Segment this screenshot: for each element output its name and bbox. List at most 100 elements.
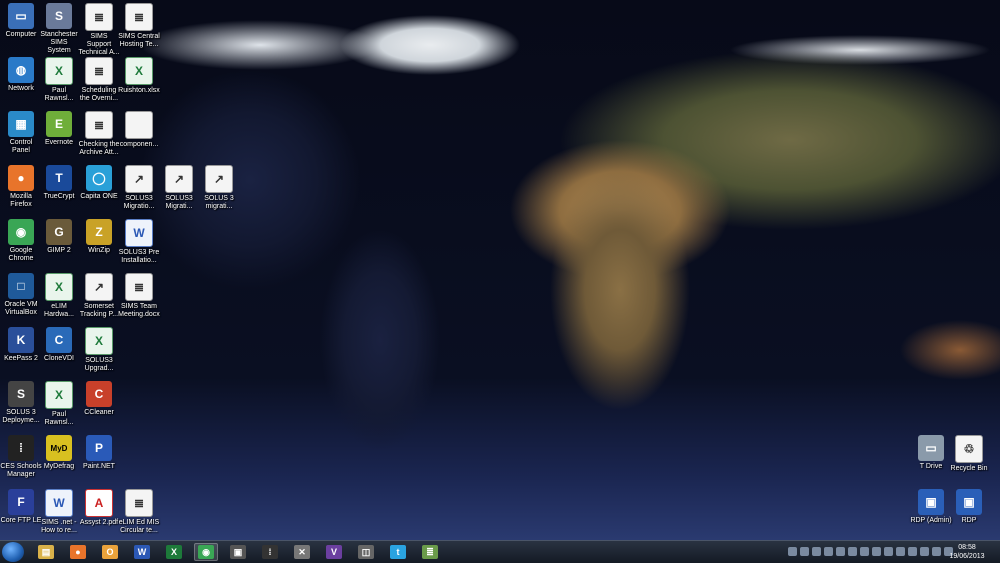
desktop-icon[interactable]: ● Mozilla Firefox: [0, 165, 42, 209]
document-icon[interactable]: ≣: [418, 543, 442, 561]
excel-icon[interactable]: X: [162, 543, 186, 561]
tray-app-icon[interactable]: [812, 547, 821, 556]
firefox-icon[interactable]: ●: [66, 543, 90, 561]
media-icon[interactable]: ▣: [226, 543, 250, 561]
desktop-icon[interactable]: ▭ Computer: [0, 3, 42, 39]
desktop-icon[interactable]: ◍ Network: [0, 57, 42, 93]
desktop-icon[interactable]: □ Oracle VM VirtualBox: [0, 273, 42, 317]
desktop-icon-label: Evernote: [44, 139, 74, 146]
desktop-icon[interactable]: F Core FTP LE: [0, 489, 42, 525]
tray-network-icon[interactable]: [872, 547, 881, 556]
desktop-icon[interactable]: ↗ Somerset Tracking P...: [78, 273, 120, 319]
desktop-icon[interactable]: X Ruishton.xlsx: [118, 57, 160, 95]
shortcut-icon: ↗: [205, 165, 233, 193]
explorer-icon[interactable]: ▤: [34, 543, 58, 561]
taskbar: ▤ ● O W X ◉ ▣ ⁞ ✕ V ◫ t ≣ 08:58 19/06/2013: [0, 540, 1000, 563]
tray-app-icon[interactable]: [836, 547, 845, 556]
desktop-icon-label: Control Panel: [9, 139, 33, 154]
excel-icon: X: [125, 57, 153, 85]
desktop-icon[interactable]: ▭ T Drive: [910, 435, 952, 471]
desktop-icon[interactable]: ◉ Google Chrome: [0, 219, 42, 263]
desktop-icon-label: Ruishton.xlsx: [118, 87, 160, 94]
desktop-icon[interactable]: K KeePass 2: [0, 327, 42, 363]
tray-volume-icon[interactable]: [884, 547, 893, 556]
network-icon: ◍: [8, 57, 34, 83]
desktop-icon[interactable]: T TrueCrypt: [38, 165, 80, 201]
desktop-icon[interactable]: ▣ RDP (Admin): [910, 489, 952, 525]
desktop-icon[interactable]: ↗ SOLUS 3 migrati...: [198, 165, 240, 211]
traffic-light-icon[interactable]: ⁞: [258, 543, 282, 561]
desktop-icon[interactable]: ≣ SIMS Support Technical A...: [78, 3, 120, 57]
taskbar-glyph: ▣: [230, 545, 246, 559]
desktop-icon[interactable]: E Evernote: [38, 111, 80, 147]
desktop-icon[interactable]: S Stanchester SIMS System: [38, 3, 80, 55]
rdp-icon: ▣: [956, 489, 982, 515]
tray-app-icon[interactable]: [800, 547, 809, 556]
document-icon: ≣: [85, 57, 113, 85]
desktop-icon[interactable]: ▦ Control Panel: [0, 111, 42, 155]
desktop-icon[interactable]: ♲ Recycle Bin: [948, 435, 990, 473]
desktop-icon[interactable]: A Assyst 2.pdf: [78, 489, 120, 527]
desktop-icon[interactable]: Z WinZip: [78, 219, 120, 255]
desktop-icon-label: RDP (Admin): [910, 517, 952, 524]
desktop-icon[interactable]: X SOLUS3 Upgrad...: [78, 327, 120, 373]
desktop-icon[interactable]: componen...: [118, 111, 160, 149]
document-icon: ≣: [85, 111, 113, 139]
desktop-icon[interactable]: G GIMP 2: [38, 219, 80, 255]
desktop-icon[interactable]: ◯ Capita ONE: [78, 165, 120, 201]
desktop-icon[interactable]: X Paul Rawnsl...: [38, 57, 80, 103]
tray-app-icon[interactable]: [896, 547, 905, 556]
ccleaner-icon: C: [86, 381, 112, 407]
evernote-icon: E: [46, 111, 72, 137]
sims-icon: S: [46, 3, 72, 29]
desktop-icon[interactable]: MyD MyDefrag: [38, 435, 80, 471]
tools-icon[interactable]: ✕: [290, 543, 314, 561]
tray-app-icon[interactable]: [908, 547, 917, 556]
document-icon: ≣: [125, 3, 153, 31]
system-tray[interactable]: [788, 545, 953, 559]
desktop-icon[interactable]: ▣ RDP: [948, 489, 990, 525]
desktop-icon[interactable]: C CCleaner: [78, 381, 120, 417]
taskbar-glyph: ◉: [198, 545, 214, 559]
desktop-icon[interactable]: ↗ SOLUS3 Migratio...: [118, 165, 160, 211]
twitter-icon[interactable]: t: [386, 543, 410, 561]
taskbar-clock[interactable]: 08:58 19/06/2013: [940, 543, 994, 561]
taskbar-glyph: ▤: [38, 545, 54, 559]
drive-icon: ▭: [918, 435, 944, 461]
desktop-icon[interactable]: P Paint.NET: [78, 435, 120, 471]
visual-studio-icon[interactable]: V: [322, 543, 346, 561]
desktop-icon[interactable]: C CloneVDI: [38, 327, 80, 363]
desktop-icon-label: Core FTP LE: [0, 517, 42, 524]
outlook-icon[interactable]: O: [98, 543, 122, 561]
desktop-icon[interactable]: ↗ SOLUS3 Migrati...: [158, 165, 200, 211]
desktop-icon-label: Somerset Tracking P...: [79, 303, 119, 318]
clock-date: 19/06/2013: [949, 553, 985, 560]
desktop-icon[interactable]: ≣ Checking the Archive Att...: [78, 111, 120, 157]
desktop-icon[interactable]: ≣ Scheduling the Overni...: [78, 57, 120, 103]
traffic-light-icon: ⁞: [8, 435, 34, 461]
desktop-icon[interactable]: S SOLUS 3 Deployme...: [0, 381, 42, 425]
desktop-icon[interactable]: XeLIM Hardwa...: [38, 273, 80, 319]
desktop-icon[interactable]: W SOLUS3 Pre Installatio...: [118, 219, 160, 265]
tray-app-icon[interactable]: [824, 547, 833, 556]
tray-app-icon[interactable]: [920, 547, 929, 556]
document-icon: ≣: [125, 489, 153, 517]
paintnet-icon: P: [86, 435, 112, 461]
word-icon[interactable]: W: [130, 543, 154, 561]
screenshot-icon[interactable]: ◫: [354, 543, 378, 561]
desktop-icon-label: CloneVDI: [44, 355, 74, 362]
windows-start-icon[interactable]: [2, 542, 24, 562]
desktop-icon[interactable]: W SIMS .net - How to re...: [38, 489, 80, 535]
document-icon: ≣: [85, 3, 113, 31]
desktop-icon[interactable]: X Paul Rawnsl...: [38, 381, 80, 427]
tray-app-icon[interactable]: [860, 547, 869, 556]
tray-arrow-icon[interactable]: [788, 547, 797, 556]
tray-app-icon[interactable]: [848, 547, 857, 556]
desktop-icon[interactable]: ≣ eLIM Ed MIS Circular te...: [118, 489, 160, 535]
desktop-icon[interactable]: ≣ SIMS Central Hosting Te...: [118, 3, 160, 49]
desktop-icon[interactable]: ⁞ CES Schools Manager: [0, 435, 42, 479]
desktop-icon[interactable]: ≣ SIMS Team Meeting.docx: [118, 273, 160, 319]
taskbar-glyph: X: [166, 545, 182, 559]
chrome-icon[interactable]: ◉: [194, 543, 218, 561]
word-icon: W: [125, 219, 153, 247]
